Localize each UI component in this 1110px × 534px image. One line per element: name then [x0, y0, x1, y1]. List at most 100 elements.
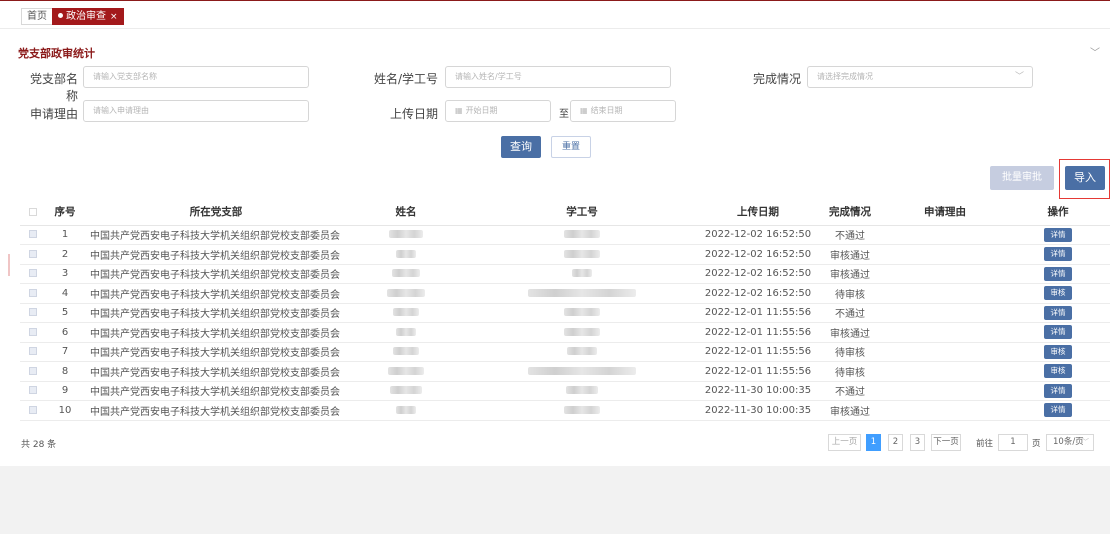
- goto-page-input[interactable]: 1: [998, 434, 1028, 451]
- row-date: 2022-12-01 11:55:56: [700, 342, 816, 362]
- date-separator: 至: [559, 109, 569, 120]
- row-action-button[interactable]: 详情: [1044, 266, 1072, 281]
- row-no: 7: [46, 342, 84, 362]
- reset-button[interactable]: 重置: [551, 136, 591, 158]
- row-branch: 中国共产党西安电子科技大学机关组织部党校支部委员会: [84, 283, 348, 304]
- start-date-input[interactable]: ▦ 开始日期: [445, 100, 551, 122]
- row-branch: 中国共产党西安电子科技大学机关组织部党校支部委员会: [84, 225, 348, 245]
- row-checkbox[interactable]: [20, 381, 46, 401]
- row-status: 不通过: [816, 381, 884, 401]
- next-page-button[interactable]: 下一页: [931, 434, 961, 451]
- table-header-row: 序号 所在党支部 姓名 学工号 上传日期 完成情况 申请理由 操作: [20, 199, 1110, 226]
- row-checkbox[interactable]: [20, 400, 46, 421]
- name-label: 姓名/学工号: [373, 72, 438, 86]
- branch-label: 党支部名称: [29, 72, 78, 103]
- row-checkbox[interactable]: [20, 303, 46, 323]
- row-action-button[interactable]: 审核: [1044, 364, 1072, 379]
- status-label: 完成情况: [752, 72, 801, 86]
- row-no: 3: [46, 264, 84, 284]
- row-id-redacted: [464, 342, 700, 362]
- branch-input[interactable]: 请输入党支部名称: [83, 66, 309, 88]
- row-reason: [884, 303, 1006, 323]
- close-icon[interactable]: ×: [110, 12, 118, 22]
- tab-political-review[interactable]: 政治审查 ×: [52, 8, 124, 25]
- row-checkbox[interactable]: [20, 322, 46, 343]
- row-action-button[interactable]: 详情: [1044, 305, 1072, 320]
- row-action-button[interactable]: 详情: [1044, 325, 1072, 340]
- row-action: 审核: [1006, 342, 1110, 362]
- row-status: 不通过: [816, 303, 884, 323]
- table-row: 10 中国共产党西安电子科技大学机关组织部党校支部委员会 2022-11-30 10…: [20, 400, 1110, 421]
- row-reason: [884, 264, 1006, 284]
- end-date-input[interactable]: ▦ 结束日期: [570, 100, 676, 122]
- row-no: 8: [46, 361, 84, 382]
- reason-input[interactable]: 请输入申请理由: [83, 100, 309, 122]
- row-branch: 中国共产党西安电子科技大学机关组织部党校支部委员会: [84, 342, 348, 362]
- row-reason: [884, 400, 1006, 421]
- col-header-date: 上传日期: [700, 199, 816, 226]
- row-date: 2022-12-01 11:55:56: [700, 322, 816, 343]
- row-id-redacted: [464, 225, 700, 245]
- row-checkbox[interactable]: [20, 342, 46, 362]
- page-button-2[interactable]: 2: [888, 434, 903, 451]
- row-reason: [884, 342, 1006, 362]
- row-action-button[interactable]: 详情: [1044, 383, 1072, 398]
- row-checkbox[interactable]: [20, 225, 46, 245]
- select-all-checkbox[interactable]: [20, 199, 46, 226]
- row-no: 5: [46, 303, 84, 323]
- col-header-no: 序号: [46, 199, 84, 226]
- row-action: 详情: [1006, 225, 1110, 245]
- col-header-id: 学工号: [464, 199, 700, 226]
- page-button-3[interactable]: 3: [910, 434, 925, 451]
- table-row: 2 中国共产党西安电子科技大学机关组织部党校支部委员会 2022-12-02 16:…: [20, 244, 1110, 265]
- row-id-redacted: [464, 322, 700, 343]
- row-action-button[interactable]: 详情: [1044, 403, 1072, 418]
- chevron-down-icon: ﹀: [1014, 72, 1024, 82]
- row-action-button[interactable]: 审核: [1044, 344, 1072, 359]
- col-header-reason: 申请理由: [884, 199, 1006, 226]
- row-no: 6: [46, 322, 84, 343]
- row-status: 待审核: [816, 283, 884, 304]
- row-checkbox[interactable]: [20, 244, 46, 265]
- start-date-placeholder: 开始日期: [465, 106, 498, 115]
- page-size-select[interactable]: 10条/页 ﹀: [1046, 434, 1094, 451]
- row-id-redacted: [464, 264, 700, 284]
- table-row: 3 中国共产党西安电子科技大学机关组织部党校支部委员会 2022-12-02 16:…: [20, 264, 1110, 284]
- prev-page-button[interactable]: 上一页: [828, 434, 861, 451]
- row-action: 详情: [1006, 322, 1110, 343]
- row-checkbox[interactable]: [20, 283, 46, 304]
- query-button[interactable]: 查询: [501, 136, 541, 158]
- highlight-annotation-box: [1059, 159, 1110, 199]
- chevron-down-icon[interactable]: ﹀: [1090, 44, 1100, 59]
- table-row: 7 中国共产党西安电子科技大学机关组织部党校支部委员会 2022-12-01 11:…: [20, 342, 1110, 362]
- row-name-redacted: [348, 361, 464, 382]
- row-action-button[interactable]: 审核: [1044, 286, 1072, 301]
- row-name-redacted: [348, 400, 464, 421]
- row-no: 1: [46, 225, 84, 245]
- row-action: 详情: [1006, 264, 1110, 284]
- row-date: 2022-12-01 11:55:56: [700, 361, 816, 382]
- row-action: 审核: [1006, 361, 1110, 382]
- row-reason: [884, 244, 1006, 265]
- batch-approve-button[interactable]: 批量审批: [990, 166, 1054, 190]
- row-action-button[interactable]: 详情: [1044, 247, 1072, 262]
- row-branch: 中国共产党西安电子科技大学机关组织部党校支部委员会: [84, 361, 348, 382]
- row-name-redacted: [348, 225, 464, 245]
- row-checkbox[interactable]: [20, 264, 46, 284]
- name-input[interactable]: 请输入姓名/学工号: [445, 66, 671, 88]
- tab-home[interactable]: 首页: [21, 8, 53, 25]
- page-button-1[interactable]: 1: [866, 434, 881, 451]
- row-branch: 中国共产党西安电子科技大学机关组织部党校支部委员会: [84, 244, 348, 265]
- status-select[interactable]: 请选择完成情况 ﹀: [807, 66, 1033, 88]
- page-unit-label: 页: [1032, 439, 1041, 449]
- row-status: 审核通过: [816, 322, 884, 343]
- table-row: 1 中国共产党西安电子科技大学机关组织部党校支部委员会 2022-12-02 16:…: [20, 225, 1110, 245]
- row-checkbox[interactable]: [20, 361, 46, 382]
- row-name-redacted: [348, 342, 464, 362]
- row-action: 详情: [1006, 381, 1110, 401]
- row-action-button[interactable]: 详情: [1044, 227, 1072, 242]
- row-no: 4: [46, 283, 84, 304]
- table-row: 9 中国共产党西安电子科技大学机关组织部党校支部委员会 2022-11-30 10:…: [20, 381, 1110, 401]
- row-branch: 中国共产党西安电子科技大学机关组织部党校支部委员会: [84, 400, 348, 421]
- row-branch: 中国共产党西安电子科技大学机关组织部党校支部委员会: [84, 381, 348, 401]
